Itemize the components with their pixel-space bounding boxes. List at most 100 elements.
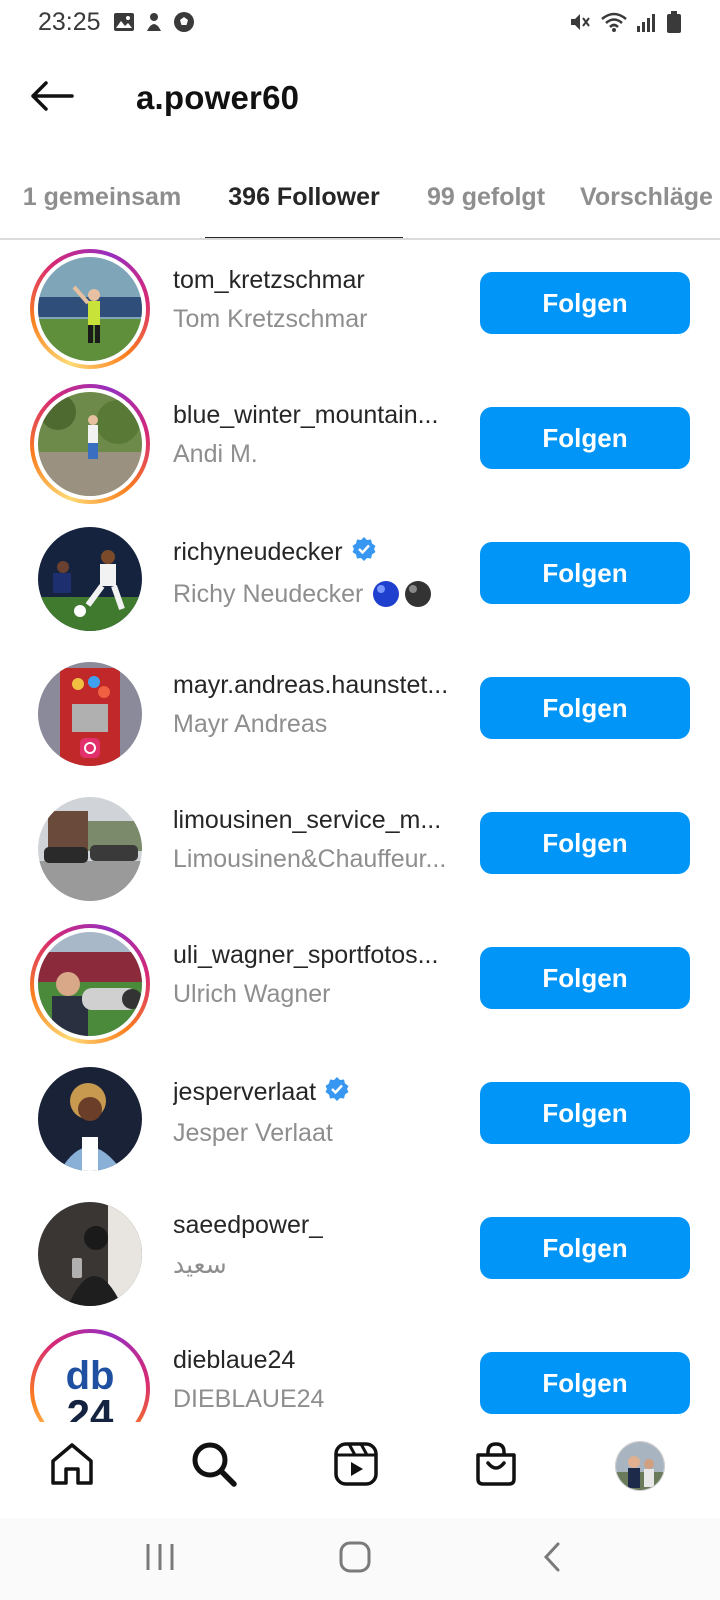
soccer-ball-icon: [173, 11, 195, 33]
follower-row[interactable]: richyneudecker Richy Neudecker Folgen: [0, 512, 720, 647]
profile-avatar: [615, 1441, 665, 1491]
full-name: Jesper Verlaat: [173, 1119, 333, 1147]
wifi-icon: [600, 11, 628, 33]
follower-row[interactable]: blue_winter_mountain... Andi M. Folgen: [0, 377, 720, 512]
home-button-icon: [339, 1541, 371, 1578]
story-ring[interactable]: [30, 384, 150, 504]
full-name: Mayr Andreas: [173, 710, 328, 738]
follow-button[interactable]: Folgen: [480, 407, 690, 469]
avatar: [38, 797, 142, 901]
back-icon: [542, 1541, 562, 1578]
story-ring[interactable]: db 24: [30, 1329, 150, 1422]
username[interactable]: limousinen_service_m...: [173, 806, 441, 835]
follower-row[interactable]: limousinen_service_m... Limousinen&Chauf…: [0, 782, 720, 917]
username[interactable]: blue_winter_mountain...: [173, 401, 438, 430]
tab-followers[interactable]: 396 Follower: [205, 160, 403, 238]
mute-icon: [568, 10, 592, 34]
search-icon: [191, 1441, 237, 1492]
story-ring[interactable]: [30, 924, 150, 1044]
nav-home[interactable]: [42, 1436, 102, 1496]
follow-button[interactable]: Folgen: [480, 1082, 690, 1144]
status-right-icons: [568, 10, 682, 34]
full-name: Limousinen&Chauffeur...: [173, 845, 447, 873]
avatar: [38, 662, 142, 766]
follow-button[interactable]: Folgen: [480, 272, 690, 334]
tab-suggestions[interactable]: Vorschläge: [580, 160, 720, 238]
avatar: [38, 257, 142, 361]
avatar-frame[interactable]: [30, 654, 150, 774]
follow-button[interactable]: Folgen: [480, 1352, 690, 1414]
status-bar: 23:25: [0, 0, 720, 44]
avatar: [38, 527, 142, 631]
follower-row[interactable]: db 24 dieblaue24 DIEBLAUE24 Folgen: [0, 1322, 720, 1422]
username[interactable]: jesperverlaat: [173, 1078, 316, 1107]
blue-ball-icon: [373, 581, 400, 607]
username[interactable]: tom_kretzschmar: [173, 266, 365, 295]
follower-row[interactable]: uli_wagner_sportfotos... Ulrich Wagner F…: [0, 917, 720, 1052]
system-back-button[interactable]: [522, 1536, 582, 1582]
status-time: 23:25: [38, 7, 101, 36]
emoji-balls: [371, 579, 433, 609]
follow-button[interactable]: Folgen: [480, 812, 690, 874]
story-ring[interactable]: [30, 249, 150, 369]
username[interactable]: saeedpower_: [173, 1211, 323, 1240]
nav-shop[interactable]: [466, 1436, 526, 1496]
recent-apps-button[interactable]: [130, 1536, 190, 1582]
verified-badge-icon: [351, 536, 377, 569]
bottom-nav: [0, 1422, 720, 1518]
active-tab-indicator: [205, 237, 403, 238]
follow-button[interactable]: Folgen: [480, 542, 690, 604]
svg-text:24: 24: [67, 1391, 114, 1422]
followers-list[interactable]: tom_kretzschmar Tom Kretzschmar Folgen b…: [0, 242, 720, 1422]
home-icon: [49, 1441, 95, 1492]
black-ball-icon: [405, 581, 432, 607]
battery-icon: [666, 10, 682, 34]
back-button[interactable]: [24, 70, 80, 126]
home-button[interactable]: [325, 1536, 385, 1582]
notification-app-icon: [143, 11, 165, 33]
tab-following[interactable]: 99 gefolgt: [404, 160, 568, 238]
follower-row[interactable]: tom_kretzschmar Tom Kretzschmar Folgen: [0, 242, 720, 377]
full-name: سعید: [173, 1251, 227, 1279]
follower-row[interactable]: mayr.andreas.haunstet... Mayr Andreas Fo…: [0, 647, 720, 782]
full-name: Richy Neudecker: [173, 579, 364, 608]
avatar-frame[interactable]: [30, 519, 150, 639]
avatar-frame[interactable]: [30, 789, 150, 909]
status-left-icons: [113, 11, 195, 33]
full-name: DIEBLAUE24: [173, 1385, 325, 1413]
username[interactable]: mayr.andreas.haunstet...: [173, 671, 448, 700]
avatar: [38, 1067, 142, 1171]
recent-apps-icon: [144, 1542, 176, 1577]
username[interactable]: uli_wagner_sportfotos...: [173, 941, 438, 970]
followers-screen: 23:25 a.power60 1 gemeinsam 396 Follower…: [0, 0, 720, 1600]
follow-button[interactable]: Folgen: [480, 947, 690, 1009]
username[interactable]: dieblaue24: [173, 1346, 295, 1375]
nav-reels[interactable]: [326, 1436, 386, 1496]
nav-profile[interactable]: [610, 1436, 670, 1496]
signal-icon: [636, 11, 658, 33]
follower-row[interactable]: jesperverlaat Jesper Verlaat Folgen: [0, 1052, 720, 1187]
tab-bar: 1 gemeinsam 396 Follower 99 gefolgt Vors…: [0, 160, 720, 240]
avatar: [38, 932, 142, 1036]
header: a.power60: [0, 62, 720, 134]
avatar-frame[interactable]: [30, 1059, 150, 1179]
full-name: Ulrich Wagner: [173, 980, 331, 1008]
username[interactable]: richyneudecker: [173, 538, 343, 567]
avatar: [38, 1202, 142, 1306]
nav-search[interactable]: [184, 1436, 244, 1496]
verified-badge-icon: [324, 1076, 350, 1109]
reels-icon: [333, 1441, 379, 1492]
follow-button[interactable]: Folgen: [480, 677, 690, 739]
system-nav-bar: [0, 1518, 720, 1600]
avatar: [38, 392, 142, 496]
shop-icon: [473, 1441, 519, 1492]
follower-row[interactable]: saeedpower_ سعید Folgen: [0, 1187, 720, 1322]
back-arrow-icon: [30, 80, 74, 117]
follow-button[interactable]: Folgen: [480, 1217, 690, 1279]
avatar: db 24: [38, 1337, 142, 1422]
image-icon: [113, 11, 135, 33]
page-title: a.power60: [136, 79, 300, 116]
tab-mutual[interactable]: 1 gemeinsam: [10, 160, 194, 238]
avatar-frame[interactable]: [30, 1194, 150, 1314]
full-name: Andi M.: [173, 440, 258, 468]
